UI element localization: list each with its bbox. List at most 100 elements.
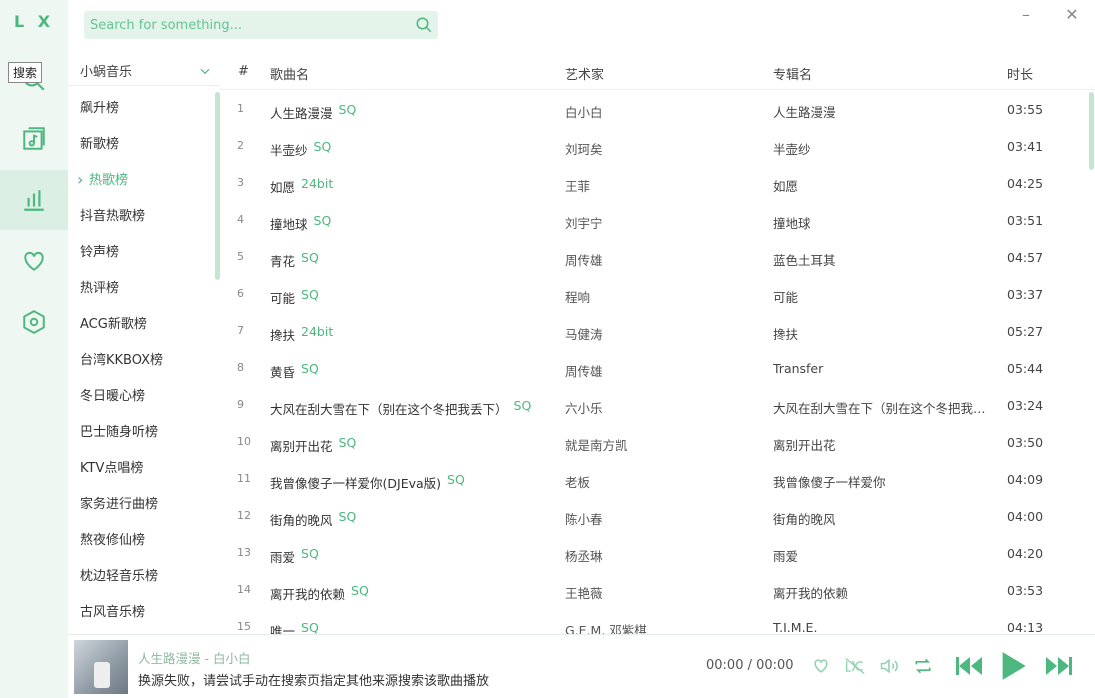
song-row[interactable]: 11 我曾像傻子一样爱你(DJEva版) SQ 老板 我曾像傻子一样爱你 04:09 — [220, 461, 1088, 498]
song-album[interactable]: 蓝色土耳其 — [773, 250, 995, 269]
volume-button[interactable] — [874, 651, 904, 681]
song-name-cell[interactable]: 雨爱 SQ — [270, 546, 319, 566]
board-item[interactable]: 铃声榜 — [68, 235, 220, 271]
song-duration: 03:41 — [1007, 139, 1044, 154]
song-artist[interactable]: 刘珂矣 — [565, 139, 603, 158]
next-button[interactable] — [1042, 651, 1076, 681]
song-album[interactable]: T.I.M.E. — [773, 620, 995, 634]
song-artist[interactable]: 白小白 — [565, 102, 603, 121]
song-artist[interactable]: 陈小春 — [565, 509, 603, 528]
song-album[interactable]: 半壶纱 — [773, 139, 995, 158]
previous-button[interactable] — [952, 651, 986, 681]
song-name-cell[interactable]: 人生路漫漫 SQ — [270, 102, 356, 122]
nav-settings[interactable] — [0, 292, 68, 352]
header-num: # — [238, 64, 249, 79]
source-selector[interactable]: 小蜗音乐 — [68, 56, 220, 86]
song-album[interactable]: 撞地球 — [773, 213, 995, 232]
song-artist[interactable]: 程响 — [565, 287, 590, 306]
song-album[interactable]: 搀扶 — [773, 324, 995, 343]
comment-button[interactable] — [806, 651, 836, 681]
song-artist[interactable]: 周传雄 — [565, 250, 603, 269]
song-album[interactable]: 我曾像傻子一样爱你 — [773, 472, 995, 491]
board-item[interactable]: 飙升榜 — [68, 91, 220, 127]
board-item[interactable]: 枕边轻音乐榜 — [68, 559, 220, 595]
song-artist[interactable]: 六小乐 — [565, 398, 603, 417]
board-item[interactable]: 熬夜修仙榜 — [68, 523, 220, 559]
song-name-cell[interactable]: 可能 SQ — [270, 287, 319, 307]
song-row[interactable]: 14 离开我的依赖 SQ 王艳薇 离开我的依赖 03:53 — [220, 572, 1088, 609]
song-name-cell[interactable]: 大风在刮大雪在下（别在这个冬把我丢下） SQ — [270, 398, 531, 418]
close-button[interactable]: ✕ — [1062, 4, 1082, 24]
board-item[interactable]: 新歌榜 — [68, 127, 220, 163]
minimize-button[interactable]: – — [1016, 4, 1036, 24]
board-item[interactable]: 古风音乐榜 — [68, 595, 220, 631]
song-album[interactable]: 离开我的依赖 — [773, 583, 995, 602]
song-row[interactable]: 2 半壶纱 SQ 刘珂矣 半壶纱 03:41 — [220, 128, 1088, 165]
board-item[interactable]: 冬日暖心榜 — [68, 379, 220, 415]
play-button[interactable] — [996, 651, 1030, 681]
song-row[interactable]: 7 搀扶 24bit 马健涛 搀扶 05:27 — [220, 313, 1088, 350]
bar-chart-icon — [24, 190, 44, 211]
song-artist[interactable]: 马健涛 — [565, 324, 603, 343]
song-row[interactable]: 5 青花 SQ 周传雄 蓝色土耳其 04:57 — [220, 239, 1088, 276]
song-name-cell[interactable]: 离别开出花 SQ — [270, 435, 356, 455]
song-name-cell[interactable]: 黄昏 SQ — [270, 361, 319, 381]
search-input[interactable] — [84, 17, 410, 33]
song-row[interactable]: 6 可能 SQ 程响 可能 03:37 — [220, 276, 1088, 313]
now-playing-title[interactable]: 人生路漫漫 - 白小白 — [138, 648, 250, 667]
search-submit-button[interactable] — [410, 11, 438, 39]
song-name-cell[interactable]: 搀扶 24bit — [270, 324, 333, 344]
song-artist[interactable]: 王菲 — [565, 176, 590, 195]
board-item[interactable]: 巴士随身听榜 — [68, 415, 220, 451]
song-artist[interactable]: 王艳薇 — [565, 583, 603, 602]
song-row[interactable]: 9 大风在刮大雪在下（别在这个冬把我丢下） SQ 六小乐 大风在刮大雪在下（别在这个冬把… — [220, 387, 1088, 424]
song-artist[interactable]: 刘宇宁 — [565, 213, 603, 232]
song-duration: 03:24 — [1007, 398, 1044, 413]
song-artist[interactable]: G.E.M. 邓紫棋 — [565, 620, 647, 634]
song-album[interactable]: 街角的晚风 — [773, 509, 995, 528]
song-album[interactable]: 可能 — [773, 287, 995, 306]
repeat-button[interactable] — [908, 651, 938, 681]
song-name-cell[interactable]: 青花 SQ — [270, 250, 319, 270]
song-name-cell[interactable]: 离开我的依赖 SQ — [270, 583, 369, 603]
song-album[interactable]: 雨爱 — [773, 546, 995, 565]
song-album[interactable]: 如愿 — [773, 176, 995, 195]
board-item[interactable]: 家务进行曲榜 — [68, 487, 220, 523]
board-item[interactable]: 抖音热歌榜 — [68, 199, 220, 235]
song-row[interactable]: 15 唯一 SQ G.E.M. 邓紫棋 T.I.M.E. 04:13 — [220, 609, 1088, 634]
board-item[interactable]: 热评榜 — [68, 271, 220, 307]
album-cover[interactable] — [74, 640, 128, 694]
song-row[interactable]: 10 离别开出花 SQ 就是南方凯 离别开出花 03:50 — [220, 424, 1088, 461]
nav-song-list[interactable] — [0, 109, 68, 169]
board-item[interactable]: 台湾KKBOX榜 — [68, 343, 220, 379]
song-album[interactable]: 人生路漫漫 — [773, 102, 995, 121]
song-album[interactable]: 大风在刮大雪在下（别在这个冬把我丢下） — [773, 398, 995, 417]
board-item[interactable]: ACG新歌榜 — [68, 307, 220, 343]
song-name-cell[interactable]: 我曾像傻子一样爱你(DJEva版) SQ — [270, 472, 465, 492]
lyrics-button[interactable] — [840, 651, 870, 681]
song-artist[interactable]: 老板 — [565, 472, 590, 491]
song-row[interactable]: 13 雨爱 SQ 杨丞琳 雨爱 04:20 — [220, 535, 1088, 572]
board-item-active[interactable]: 热歌榜 — [68, 162, 220, 199]
board-item[interactable]: KTV点唱榜 — [68, 451, 220, 487]
song-row[interactable]: 3 如愿 24bit 王菲 如愿 04:25 — [220, 165, 1088, 202]
song-duration: 03:51 — [1007, 213, 1044, 228]
nav-leaderboard[interactable] — [0, 170, 68, 230]
song-album[interactable]: Transfer — [773, 361, 995, 376]
song-row[interactable]: 1 人生路漫漫 SQ 白小白 人生路漫漫 03:55 — [220, 91, 1088, 128]
nav-favorites[interactable] — [0, 231, 68, 291]
song-name-cell[interactable]: 撞地球 SQ — [270, 213, 331, 233]
song-name-cell[interactable]: 街角的晚风 SQ — [270, 509, 356, 529]
song-number: 3 — [237, 176, 244, 189]
song-table-scrollbar[interactable] — [1089, 92, 1094, 170]
song-artist[interactable]: 周传雄 — [565, 361, 603, 380]
song-artist[interactable]: 就是南方凯 — [565, 435, 628, 454]
song-name-cell[interactable]: 如愿 24bit — [270, 176, 333, 196]
song-name-cell[interactable]: 唯一 SQ — [270, 620, 319, 634]
song-row[interactable]: 8 黄昏 SQ 周传雄 Transfer 05:44 — [220, 350, 1088, 387]
song-album[interactable]: 离别开出花 — [773, 435, 995, 454]
song-row[interactable]: 12 街角的晚风 SQ 陈小春 街角的晚风 04:00 — [220, 498, 1088, 535]
song-artist[interactable]: 杨丞琳 — [565, 546, 603, 565]
song-row[interactable]: 4 撞地球 SQ 刘宇宁 撞地球 03:51 — [220, 202, 1088, 239]
song-name-cell[interactable]: 半壶纱 SQ — [270, 139, 331, 159]
